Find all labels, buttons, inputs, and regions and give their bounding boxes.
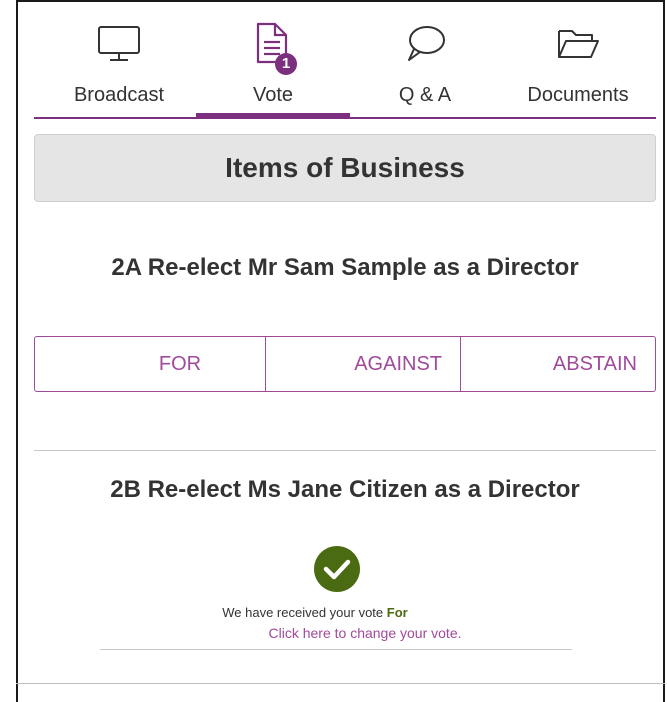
vote-count-badge: 1	[275, 53, 297, 75]
item-title-2b: 2B Re-elect Ms Jane Citizen as a Directo…	[110, 476, 580, 503]
tab-documents[interactable]: Documents	[500, 14, 656, 118]
item-title-2a: 2A Re-elect Mr Sam Sample as a Director	[111, 254, 579, 281]
checkmark-icon	[314, 546, 360, 592]
vote-received-value: For	[386, 605, 408, 620]
vote-against-button[interactable]: AGAINST	[265, 337, 460, 391]
tab-bar: Broadcast 1 Vote Q & A Documents	[34, 14, 656, 119]
bottom-divider	[16, 683, 665, 684]
document-icon: 1	[248, 22, 298, 78]
tab-vote[interactable]: 1 Vote	[194, 14, 352, 118]
tab-qa-label: Q & A	[398, 84, 452, 106]
tab-qa[interactable]: Q & A	[352, 14, 498, 118]
vote-received-message: We have received your vote For	[34, 605, 656, 620]
active-tab-indicator	[196, 113, 350, 118]
tab-documents-label: Documents	[527, 84, 629, 106]
item-divider	[34, 450, 656, 451]
vote-received-text: We have received your vote	[222, 605, 384, 620]
monitor-icon	[96, 24, 142, 69]
item-footer-divider	[100, 649, 572, 650]
change-vote-link[interactable]: Click here to change your vote.	[34, 625, 656, 641]
tab-broadcast-label: Broadcast	[73, 84, 165, 106]
folder-icon	[554, 24, 602, 69]
tab-vote-label: Vote	[252, 84, 294, 106]
tab-broadcast[interactable]: Broadcast	[34, 14, 204, 118]
vote-options: FOR AGAINST ABSTAIN	[34, 336, 656, 392]
vote-abstain-button[interactable]: ABSTAIN	[460, 337, 655, 391]
vote-for-button[interactable]: FOR	[35, 337, 265, 391]
speech-bubble-icon	[403, 24, 447, 71]
section-header: Items of Business	[34, 134, 656, 202]
